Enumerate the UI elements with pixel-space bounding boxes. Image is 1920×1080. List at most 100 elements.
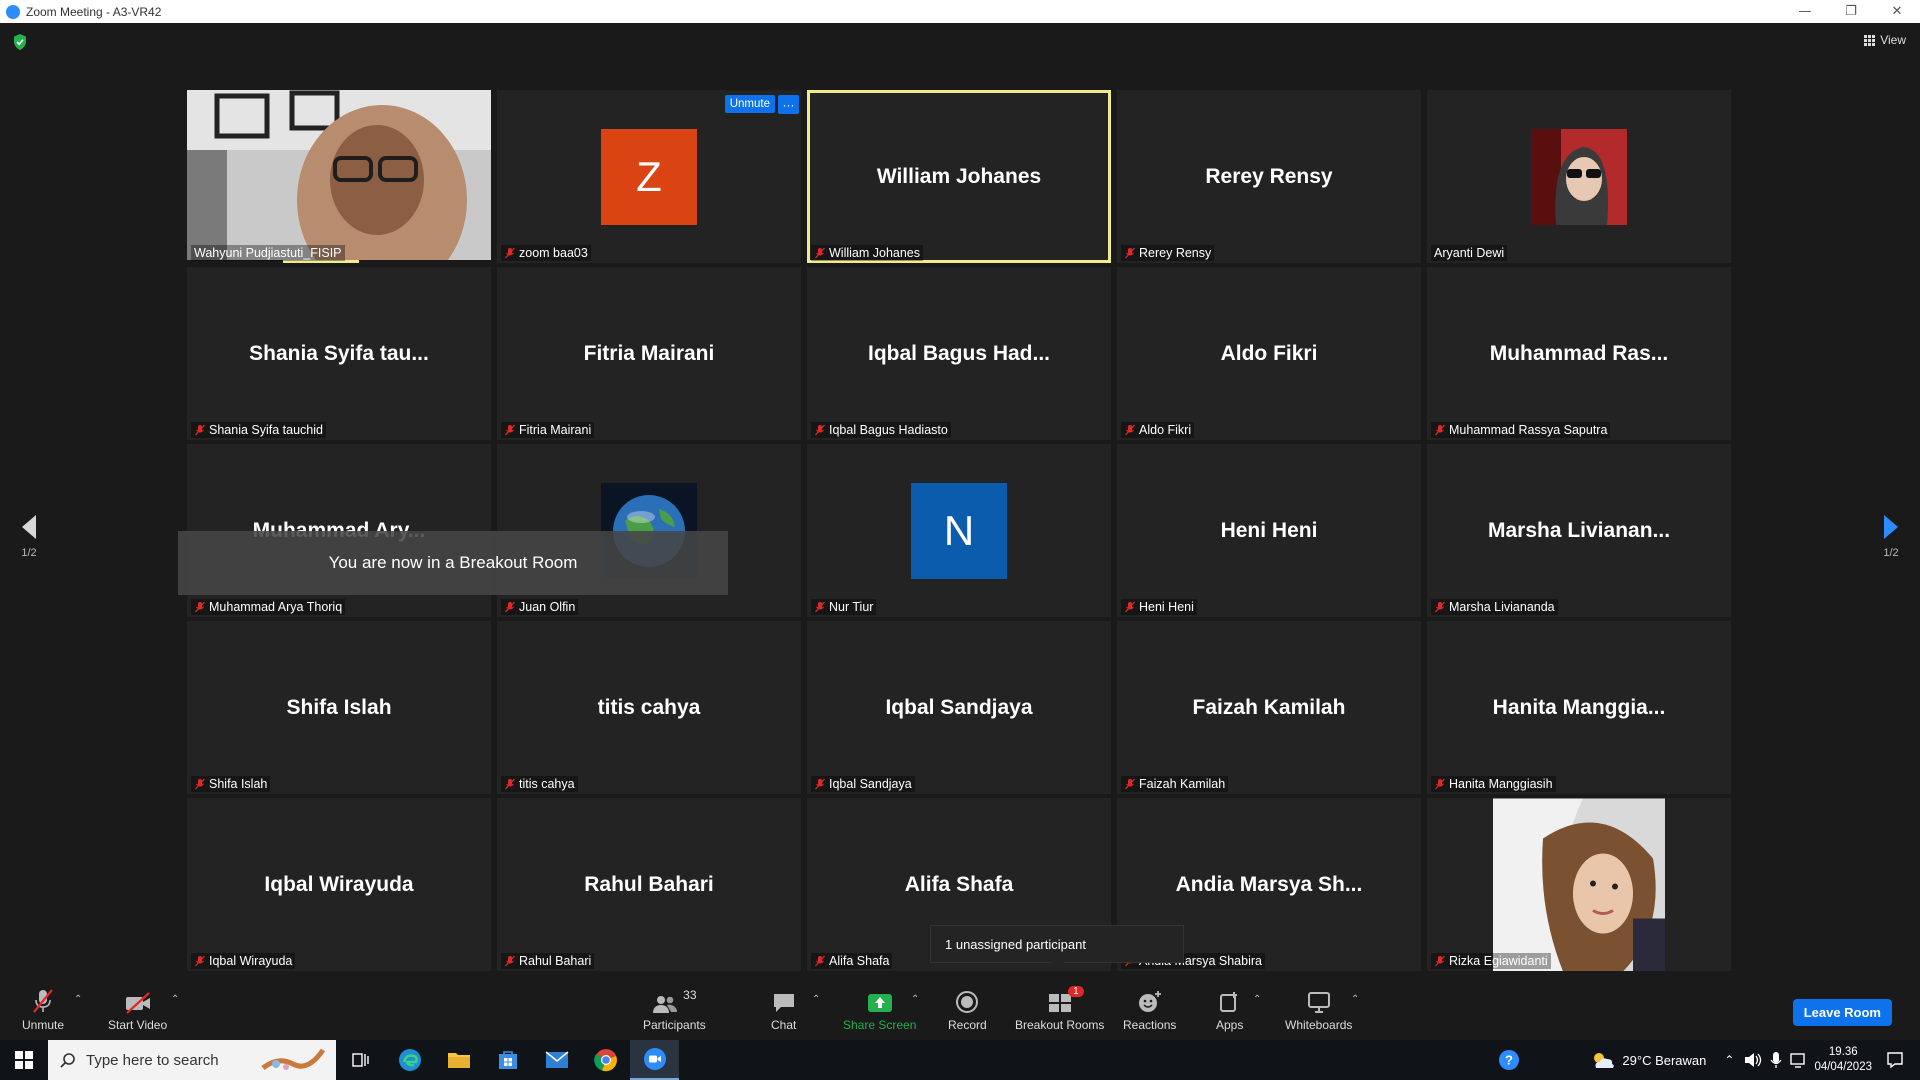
page-indicator-left: 1/2 [21, 547, 37, 559]
participant-tile[interactable]: Aldo Fikri Aldo Fikri [1117, 267, 1421, 440]
participant-tile[interactable]: William Johanes William Johanes [807, 90, 1111, 263]
tile-more-button[interactable]: ··· [778, 95, 799, 114]
participant-display-name: Heni Heni [1220, 518, 1318, 542]
participant-tile[interactable]: Shifa Islah Shifa Islah [187, 621, 491, 794]
participants-icon [653, 996, 678, 1013]
participant-display-name: Faizah Kamilah [1192, 695, 1346, 719]
taskbar-file-explorer[interactable] [434, 1040, 483, 1080]
participant-display-name: Hanita Manggia... [1492, 695, 1666, 719]
svg-text:?: ? [1505, 1053, 1513, 1068]
window-titlebar: Zoom Meeting - A3-VR42 — ❐ ✕ [0, 0, 1920, 23]
participant-tile[interactable]: Fitria Mairani Fitria Mairani [497, 267, 801, 440]
participant-tile[interactable]: titis cahya titis cahya [497, 621, 801, 794]
taskbar-chrome[interactable] [581, 1040, 630, 1080]
start-video-button[interactable]: Start Video [108, 988, 167, 1032]
chat-options-caret-icon[interactable]: ⌃ [812, 994, 820, 1005]
participant-tile[interactable]: Faizah Kamilah Faizah Kamilah [1117, 621, 1421, 794]
participant-tile[interactable]: Muhammad Ras... Muhammad Rassya Saputra [1427, 267, 1731, 440]
participant-tile[interactable]: Rerey Rensy Rerey Rensy [1117, 90, 1421, 263]
whiteboard-options-caret-icon[interactable]: ⌃ [1351, 994, 1359, 1005]
microphone-icon[interactable] [1770, 1051, 1782, 1069]
participant-tile[interactable]: Z Unmute ··· zoom baa03 [497, 90, 801, 263]
taskbar-search[interactable]: Type here to search [48, 1040, 336, 1080]
encryption-shield-icon[interactable] [12, 33, 28, 51]
network-icon[interactable] [1790, 1052, 1808, 1068]
video-off-icon [125, 992, 150, 1014]
taskbar-edge[interactable] [385, 1040, 434, 1080]
notifications-icon[interactable] [1886, 1051, 1904, 1069]
leave-room-button[interactable]: Leave Room [1792, 999, 1892, 1026]
participant-tile[interactable]: Marsha Livianan... Marsha Liviananda [1427, 444, 1731, 617]
participant-display-name: Shifa Islah [286, 695, 392, 719]
participants-button[interactable]: 33 Participants [643, 988, 706, 1032]
participants-label: Participants [643, 1018, 706, 1032]
whiteboards-button[interactable]: Whiteboards [1285, 988, 1352, 1032]
video-options-caret-icon[interactable]: ⌃ [171, 994, 179, 1005]
participant-display-name: Iqbal Bagus Had... [867, 341, 1051, 365]
participant-name: Shifa Islah [209, 777, 268, 791]
reactions-button[interactable]: Reactions [1123, 988, 1176, 1032]
participant-tile[interactable]: Heni Heni Heni Heni [1117, 444, 1421, 617]
participant-tile[interactable]: Iqbal Sandjaya Iqbal Sandjaya [807, 621, 1111, 794]
unmute-button[interactable]: Unmute [22, 988, 64, 1032]
participant-name-label: Hanita Manggiasih [1431, 776, 1556, 792]
muted-mic-icon [815, 778, 825, 790]
chat-button[interactable]: Chat [771, 988, 796, 1032]
participant-name-label: Nur Tiur [811, 599, 877, 615]
participant-tile[interactable]: Hanita Manggia... Hanita Manggiasih [1427, 621, 1731, 794]
share-screen-icon [867, 994, 892, 1012]
muted-mic-icon [1435, 955, 1445, 967]
participant-tile[interactable]: Iqbal Wirayuda Iqbal Wirayuda [187, 798, 491, 971]
restore-button[interactable]: ❐ [1828, 0, 1874, 23]
muted-mic-icon [505, 955, 515, 967]
participant-tile[interactable]: Wahyuni Pudjiastuti_FISIP [187, 90, 491, 263]
share-screen-button[interactable]: Share Screen [843, 988, 916, 1032]
participant-name-label: Rerey Rensy [1121, 245, 1215, 261]
start-button[interactable] [0, 1040, 48, 1080]
prev-page-button[interactable]: 1/2 [14, 513, 44, 559]
page-indicator-right: 1/2 [1883, 547, 1899, 559]
participant-name-label: Rizka Egiawidanti [1431, 953, 1551, 969]
grid-view-icon [1864, 34, 1876, 46]
breakout-toast: You are now in a Breakout Room [178, 531, 728, 595]
view-button[interactable]: View [1864, 33, 1906, 47]
tray-overflow-icon[interactable]: ⌃ [1724, 1053, 1734, 1067]
tile-unmute-button[interactable]: Unmute [724, 95, 775, 113]
participant-tile[interactable]: N Nur Tiur [807, 444, 1111, 617]
clock-date: 04/04/2023 [1814, 1061, 1872, 1073]
participant-name: Fitria Mairani [519, 423, 592, 437]
system-tray: ? 29°C Berawan ⌃ 19.36 04/04/2023 [1498, 1040, 1920, 1080]
taskbar-mail[interactable] [532, 1040, 581, 1080]
participant-tile[interactable]: Shania Syifa tau... Shania Syifa tauchid [187, 267, 491, 440]
participant-tile[interactable]: Rizka Egiawidanti [1427, 798, 1731, 971]
help-icon[interactable]: ? [1498, 1049, 1520, 1071]
taskbar-zoom[interactable] [630, 1040, 679, 1080]
participant-name-label: Heni Heni [1121, 599, 1197, 615]
volume-icon[interactable] [1744, 1052, 1762, 1068]
weather-text[interactable]: 29°C Berawan [1622, 1053, 1706, 1068]
participant-name: zoom baa03 [519, 246, 588, 260]
taskbar-clock[interactable]: 19.36 04/04/2023 [1814, 1045, 1872, 1075]
muted-mic-icon [195, 424, 205, 436]
task-view-button[interactable] [336, 1040, 385, 1080]
participant-name: Wahyuni Pudjiastuti_FISIP [194, 246, 342, 260]
participant-tile[interactable]: Aryanti Dewi [1427, 90, 1731, 263]
audio-options-caret-icon[interactable]: ⌃ [74, 994, 82, 1005]
participant-tile[interactable]: Iqbal Bagus Had... Iqbal Bagus Hadiasto [807, 267, 1111, 440]
breakout-rooms-button[interactable]: 1 Breakout Rooms [1015, 986, 1104, 1032]
next-page-button[interactable]: 1/2 [1876, 513, 1906, 559]
apps-button[interactable]: Apps [1216, 988, 1243, 1032]
close-button[interactable]: ✕ [1874, 0, 1920, 23]
share-options-caret-icon[interactable]: ⌃ [911, 994, 919, 1005]
participant-name-label: zoom baa03 [501, 245, 591, 261]
participant-display-name: Marsha Livianan... [1487, 518, 1671, 542]
participant-name-label: Alifa Shafa [811, 953, 893, 969]
minimize-button[interactable]: — [1782, 0, 1828, 23]
taskbar-store[interactable] [483, 1040, 532, 1080]
participant-tile[interactable]: Rahul Bahari Rahul Bahari [497, 798, 801, 971]
apps-options-caret-icon[interactable]: ⌃ [1253, 994, 1261, 1005]
muted-mic-icon [505, 601, 515, 613]
start-video-label: Start Video [108, 1018, 168, 1032]
participant-name: Muhammad Rassya Saputra [1449, 423, 1608, 437]
record-button[interactable]: Record [948, 988, 987, 1032]
